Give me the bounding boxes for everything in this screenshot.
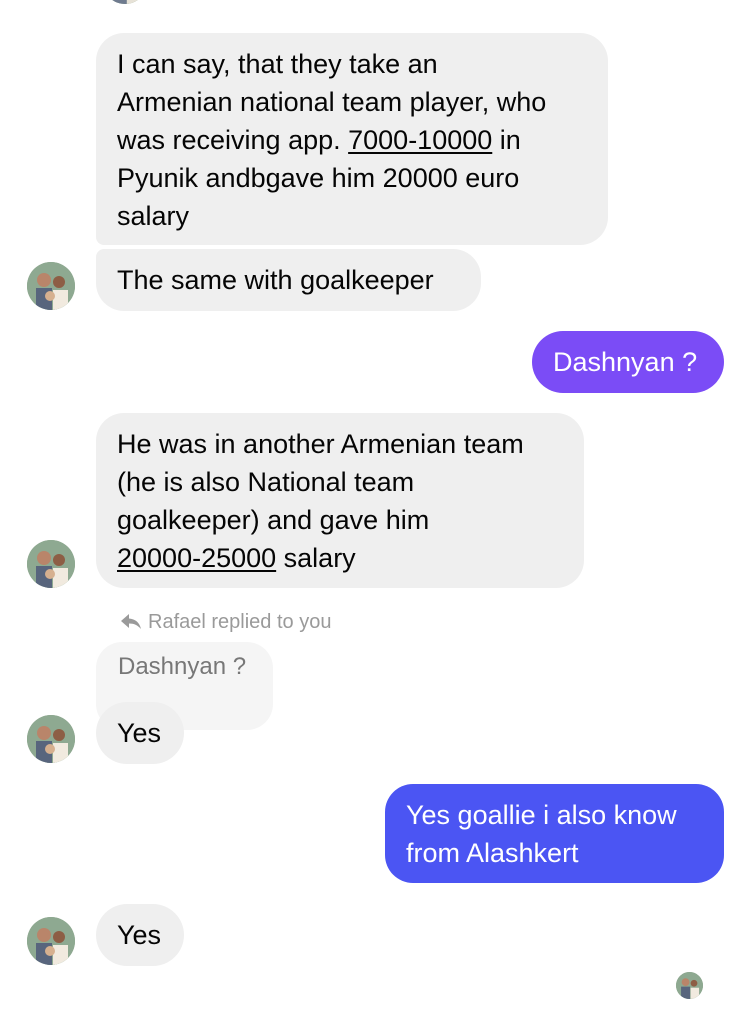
message-bubble-incoming[interactable]: He was in another Armenian team (he is a… bbox=[96, 413, 584, 588]
message-bubble-incoming[interactable]: Yes bbox=[96, 702, 184, 764]
number-link[interactable]: 7000-10000 bbox=[348, 125, 492, 155]
message-line: I can say, that they take an bbox=[117, 49, 438, 79]
message-bubble-outgoing[interactable]: Yes goallie i also know from Alashkert bbox=[385, 784, 724, 883]
message-line: (he is also National team bbox=[117, 467, 415, 497]
message-text: was receiving app. bbox=[117, 125, 349, 155]
message-line: 20000-25000 salary bbox=[117, 539, 562, 577]
message-line: Yes bbox=[117, 920, 162, 950]
message-line: from Alashkert bbox=[406, 838, 579, 868]
message-line: Armenian national team player, who bbox=[117, 87, 547, 117]
message-line: The same with goalkeeper bbox=[117, 265, 434, 295]
quoted-text: Dashnyan ? bbox=[118, 653, 247, 680]
message-bubble-incoming[interactable]: I can say, that they take an Armenian na… bbox=[96, 33, 608, 245]
contact-avatar[interactable] bbox=[27, 715, 75, 763]
message-line: salary bbox=[117, 201, 190, 231]
message-line: Yes goallie i also know bbox=[406, 800, 677, 830]
contact-avatar[interactable] bbox=[27, 262, 75, 310]
message-line: He was in another Armenian team bbox=[117, 429, 524, 459]
message-line: Pyunik andbgave him 20000 euro bbox=[117, 163, 520, 193]
contact-avatar[interactable] bbox=[27, 917, 75, 965]
message-bubble-incoming[interactable]: The same with goalkeeper bbox=[96, 249, 481, 311]
message-line: goalkeeper) and gave him bbox=[117, 505, 430, 535]
message-text: in bbox=[492, 125, 521, 155]
message-bubble-incoming[interactable]: Yes bbox=[96, 904, 184, 966]
message-text: salary bbox=[276, 543, 356, 573]
message-line: was receiving app. 7000-10000 in bbox=[117, 121, 586, 159]
reply-indicator: Rafael replied to you bbox=[120, 611, 331, 634]
message-line: Yes bbox=[117, 718, 162, 748]
reply-arrow-icon bbox=[121, 614, 141, 629]
reply-note-text: Rafael replied to you bbox=[148, 611, 332, 633]
message-bubble-outgoing[interactable]: Dashnyan ? bbox=[532, 331, 724, 393]
message-line: Dashnyan ? bbox=[553, 347, 698, 377]
seen-avatar bbox=[676, 972, 703, 999]
contact-avatar[interactable] bbox=[103, 0, 147, 4]
contact-avatar[interactable] bbox=[27, 540, 75, 588]
number-link[interactable]: 20000-25000 bbox=[117, 543, 276, 573]
